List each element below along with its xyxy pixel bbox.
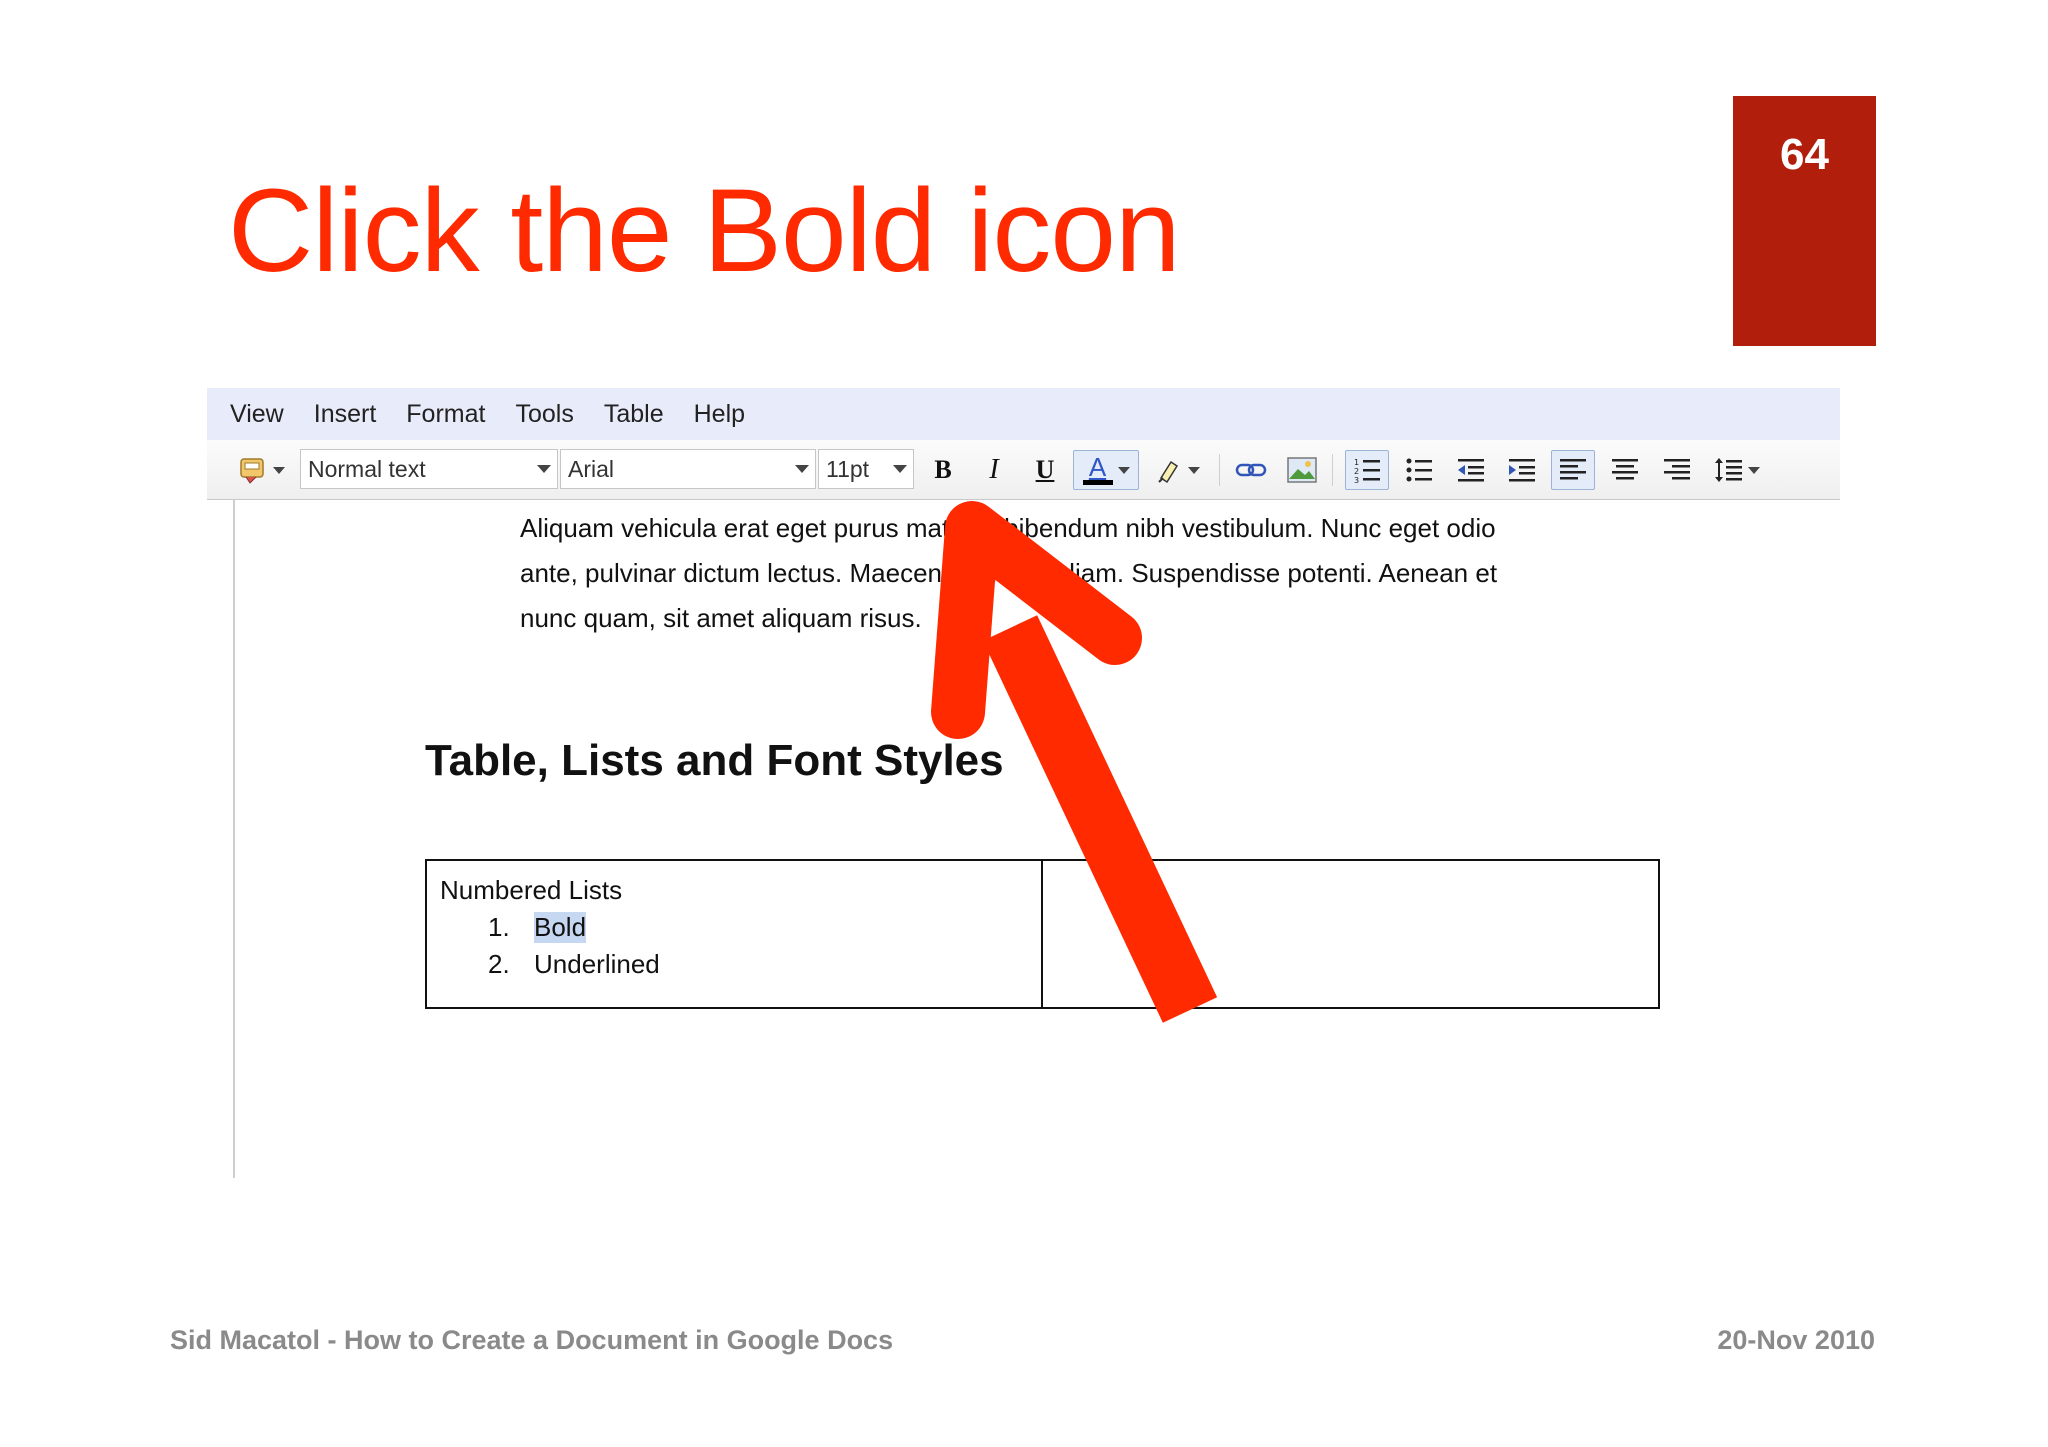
text-color-swatch: [1082, 480, 1113, 485]
font-select[interactable]: Arial: [560, 449, 816, 489]
link-icon: [1235, 463, 1267, 477]
svg-text:3: 3: [1354, 476, 1359, 484]
align-left-button[interactable]: [1551, 450, 1595, 490]
selected-text[interactable]: Bold: [534, 912, 587, 943]
link-button[interactable]: [1230, 450, 1272, 490]
page-left-edge: [233, 500, 235, 1178]
line-spacing-icon: [1714, 458, 1742, 482]
paragraph-line: ante, pulvinar dictum lectus. Maecenas b…: [520, 558, 1498, 588]
page-number: 64: [1780, 130, 1829, 179]
paragraph-line: Aliquam vehicula erat eget purus mattis …: [520, 513, 1496, 543]
paragraph-line: nunc quam, sit amet aliquam risus.: [520, 603, 922, 633]
size-select[interactable]: 11pt: [818, 449, 914, 489]
chevron-down-icon: [795, 465, 809, 473]
list-number: 2.: [488, 949, 510, 979]
align-right-button[interactable]: [1655, 450, 1699, 490]
body-paragraph[interactable]: Aliquam vehicula erat eget purus mattis …: [520, 506, 1700, 641]
chevron-down-icon: [272, 466, 285, 474]
italic-icon: I: [989, 454, 999, 485]
section-heading[interactable]: Table, Lists and Font Styles: [425, 736, 1004, 786]
cell-title: Numbered Lists: [440, 875, 623, 905]
style-select-value: Normal text: [308, 455, 426, 482]
table-cell[interactable]: [1043, 861, 1658, 1007]
underline-icon: U: [1035, 455, 1055, 484]
decrease-indent-button[interactable]: [1449, 450, 1493, 490]
italic-button[interactable]: I: [974, 450, 1014, 490]
text-color-button[interactable]: A: [1073, 450, 1139, 490]
align-left-icon: [1560, 459, 1586, 480]
image-icon: [1287, 457, 1317, 483]
table-cell[interactable]: Numbered Lists 1. Bold 2. Underlined: [427, 861, 1043, 1007]
underline-button[interactable]: U: [1025, 450, 1065, 490]
decrease-indent-icon: [1458, 459, 1484, 482]
chevron-down-icon: [893, 465, 907, 473]
increase-indent-icon: [1509, 459, 1535, 482]
highlight-button[interactable]: [1147, 450, 1207, 490]
size-select-value: 11pt: [826, 455, 870, 482]
toolbar-divider: [1219, 454, 1220, 486]
image-button[interactable]: [1281, 450, 1323, 490]
chevron-down-icon: [1747, 466, 1760, 474]
list-item: 2. Underlined: [440, 949, 1041, 980]
text-color-letter: A: [1088, 452, 1107, 482]
slide-title: Click the Bold icon: [228, 165, 1181, 297]
list-number: 1.: [488, 912, 510, 942]
list-item-text[interactable]: Underlined: [534, 949, 660, 980]
bold-button[interactable]: B: [923, 450, 963, 490]
chevron-down-icon: [1187, 466, 1200, 474]
align-center-icon: [1612, 459, 1638, 480]
menu-table[interactable]: Table: [604, 400, 664, 429]
font-select-value: Arial: [568, 455, 615, 482]
svg-text:2: 2: [1354, 467, 1359, 476]
docs-screenshot: View Insert Format Tools Table Help Norm…: [207, 388, 1840, 1178]
align-right-icon: [1664, 459, 1690, 480]
style-select[interactable]: Normal text: [300, 449, 558, 489]
bold-icon: B: [934, 455, 952, 484]
menu-tools[interactable]: Tools: [515, 400, 573, 429]
footer-author-title: Sid Macatol - How to Create a Document i…: [170, 1325, 894, 1355]
menu-insert[interactable]: Insert: [314, 400, 377, 429]
increase-indent-button[interactable]: [1500, 450, 1544, 490]
menu-view[interactable]: View: [230, 400, 284, 429]
highlight-icon: [1157, 460, 1178, 484]
page-number-badge: 64: [1733, 96, 1876, 346]
bulleted-list-icon: [1406, 458, 1432, 482]
menu-format[interactable]: Format: [406, 400, 485, 429]
paint-format-button[interactable]: [231, 450, 291, 490]
text-color-icon: A: [1082, 452, 1113, 485]
numbered-list-button[interactable]: 1 2 3: [1345, 450, 1389, 490]
bulleted-list-button[interactable]: [1397, 450, 1441, 490]
list-item: 1. Bold: [440, 912, 1041, 943]
menu-help[interactable]: Help: [694, 400, 745, 429]
numbered-list-icon: 1 2 3: [1354, 458, 1380, 484]
paint-format-icon: [239, 458, 264, 484]
toolbar: Normal text Arial 11pt B I U A 1 2 3: [207, 440, 1840, 500]
footer-date: 20-Nov 2010: [1717, 1325, 1875, 1355]
toolbar-divider: [1332, 454, 1333, 486]
chevron-down-icon: [537, 465, 551, 473]
line-spacing-button[interactable]: [1707, 450, 1767, 490]
document-table: Numbered Lists 1. Bold 2. Underlined: [425, 859, 1660, 1009]
chevron-down-icon: [1117, 466, 1130, 474]
menu-bar: View Insert Format Tools Table Help: [207, 388, 1840, 440]
svg-text:1: 1: [1354, 458, 1359, 467]
align-center-button[interactable]: [1603, 450, 1647, 490]
